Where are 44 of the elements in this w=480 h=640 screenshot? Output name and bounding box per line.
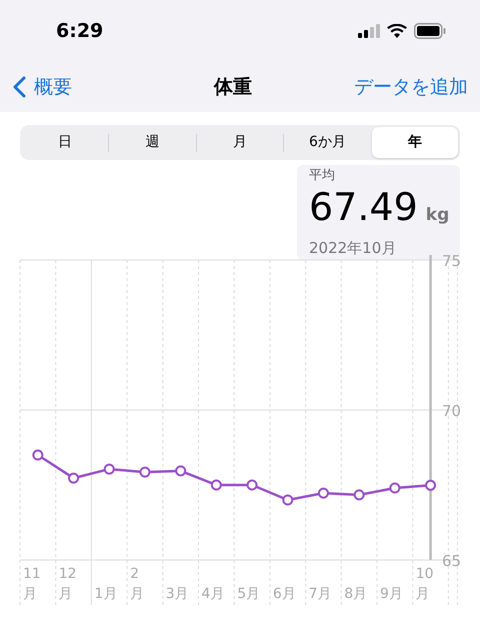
axis-label: 5月 [237,586,260,602]
segment-tab[interactable]: 6か月 [284,127,371,158]
axis-label: 3月 [166,586,189,602]
axis-label: 2 月 [130,566,144,602]
status-time: 6:29 [56,18,104,44]
segment-tab[interactable]: 年 [372,127,458,158]
data-point [354,489,365,500]
axis-label: 8月 [344,586,368,602]
axis-label: 7月 [308,586,332,602]
data-point [318,488,329,499]
back-link[interactable]: 概要 [12,72,72,102]
axis-label: 12 月 [58,566,77,602]
data-point [210,480,222,490]
segment-tab[interactable]: 週 [109,127,196,158]
axis-label: 65 [442,552,462,570]
signal-icon [358,24,380,38]
summary-period: 2022年10月 [309,238,398,259]
axis-label: 6月 [272,586,296,602]
data-point [139,466,150,478]
data-point [389,482,400,494]
axis-label: 70 [442,402,462,420]
screen-title: 体重 [214,74,252,100]
battery-icon [414,23,446,39]
data-point [175,465,186,476]
axis-label: 11 月 [23,566,41,602]
summary-value: 67.49 [309,185,418,229]
axis-label: 10 月 [416,566,434,602]
axis-label: 1月 [94,586,118,602]
data-point [32,450,44,460]
add-data-link[interactable]: データを追加 [354,72,468,102]
data-point [104,464,115,475]
data-point [282,494,294,506]
segment-tab[interactable]: 月 [196,127,284,158]
data-point [68,472,80,484]
summary-label: 平均 [309,167,336,185]
axis-label: 4月 [202,586,224,602]
segment-tab[interactable]: 日 [22,127,108,158]
wifi-icon [387,24,407,38]
data-point [246,480,258,490]
axis-label: 9月 [380,586,403,602]
axis-label: 75 [442,255,462,270]
data-point [425,480,436,491]
chevron-left-icon [12,76,26,98]
summary-unit: kg [426,204,450,227]
